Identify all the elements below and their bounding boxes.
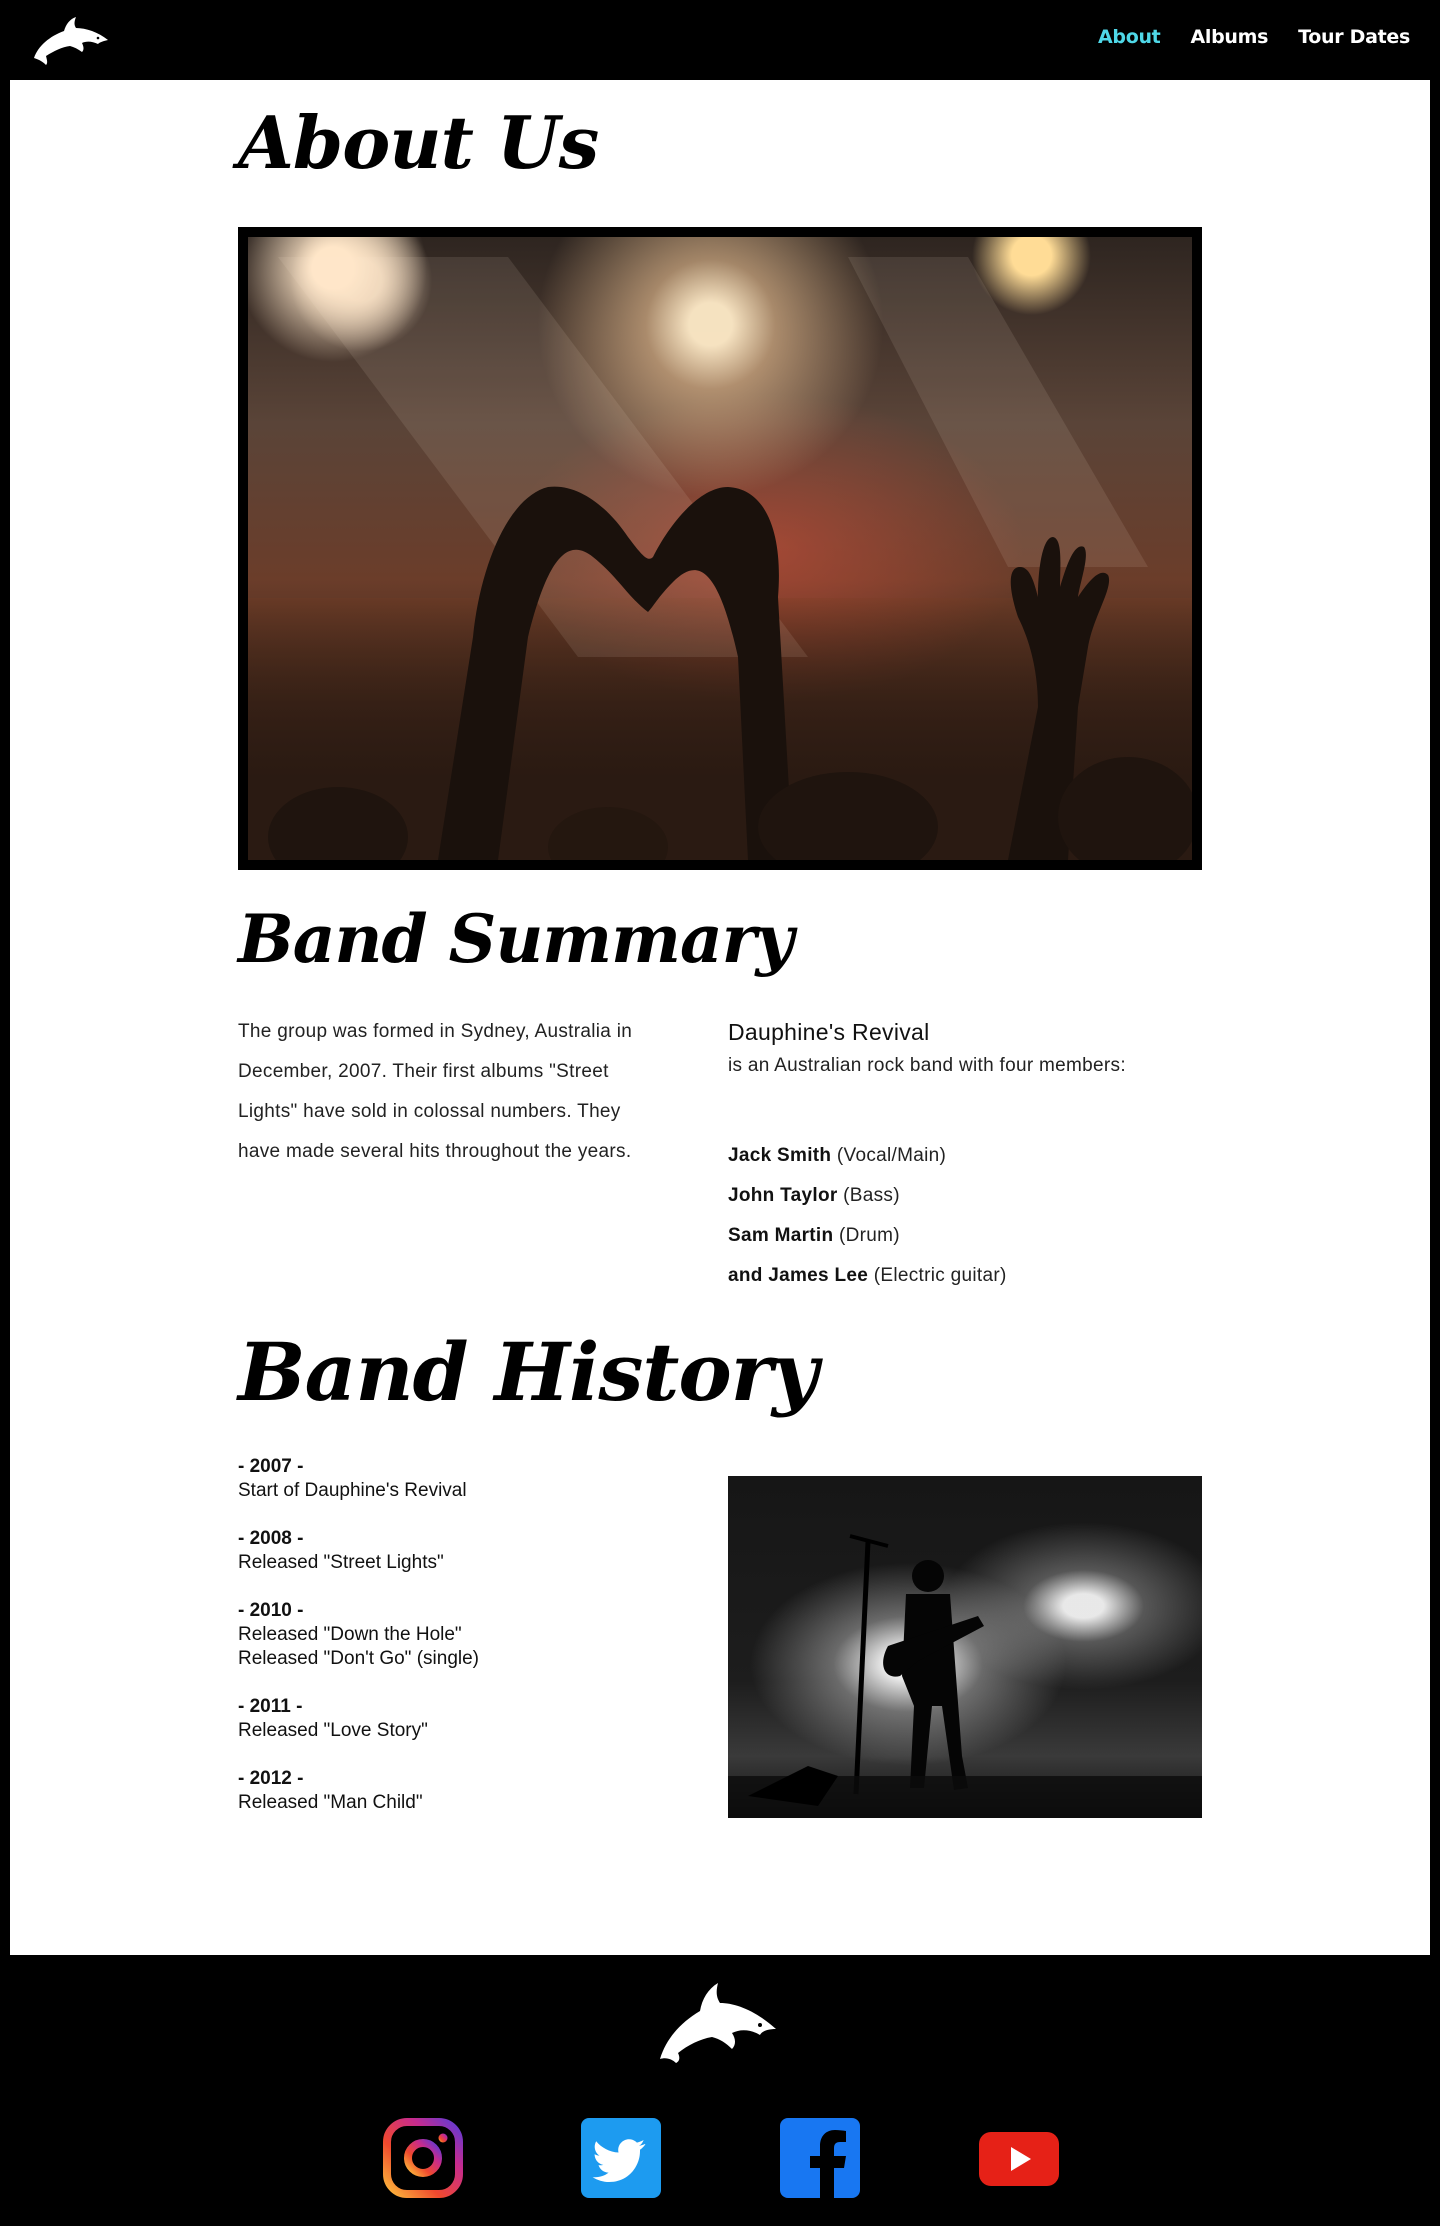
- band-description: is an Australian rock band with four mem…: [728, 1055, 1126, 1076]
- twitter-icon[interactable]: [581, 2118, 661, 2198]
- member-item: Jack Smith (Vocal/Main): [728, 1136, 1202, 1176]
- timeline-event: Released "Man Child": [238, 1792, 423, 1813]
- dolphin-logo-icon[interactable]: [28, 14, 114, 66]
- member-name: John Taylor: [728, 1185, 838, 1206]
- timeline-item: - 2011 - Released "Love Story": [238, 1695, 658, 1743]
- main-nav: About Albums Tour Dates: [1098, 26, 1410, 48]
- member-name: Sam Martin: [728, 1225, 834, 1246]
- main-panel: About Us Band Summary The group was form…: [10, 80, 1430, 1955]
- timeline-event: Released "Love Story": [238, 1720, 428, 1741]
- timeline-event: Released "Street Lights": [238, 1552, 444, 1573]
- instagram-icon[interactable]: [383, 2118, 463, 2198]
- timeline-year: - 2008 -: [238, 1528, 304, 1549]
- timeline-event: Released "Don't Go" (single): [238, 1648, 480, 1669]
- concert-crowd-image: [248, 237, 1192, 860]
- nav-about-link[interactable]: About: [1098, 26, 1161, 48]
- band-history-title: Band History: [238, 1325, 818, 1419]
- guitarist-image: [728, 1476, 1202, 1818]
- timeline-year: - 2007 -: [238, 1456, 304, 1477]
- youtube-icon[interactable]: [979, 2118, 1059, 2198]
- about-title: About Us: [238, 100, 599, 185]
- member-role: (Drum): [833, 1225, 900, 1246]
- member-name: and James Lee: [728, 1265, 869, 1286]
- member-role: (Vocal/Main): [831, 1145, 947, 1166]
- member-item: and James Lee (Electric guitar): [728, 1256, 1202, 1296]
- site-footer: [0, 1955, 1440, 2226]
- history-timeline: - 2007 - Start of Dauphine's Revival - 2…: [238, 1455, 658, 1839]
- nav-albums-link[interactable]: Albums: [1190, 26, 1268, 48]
- member-item: Sam Martin (Drum): [728, 1216, 1202, 1256]
- timeline-year: - 2010 -: [238, 1600, 304, 1621]
- nav-tour-dates-link[interactable]: Tour Dates: [1298, 26, 1410, 48]
- timeline-year: - 2011 -: [238, 1696, 303, 1717]
- timeline-item: - 2008 - Released "Street Lights": [238, 1527, 658, 1575]
- dolphin-footer-logo-icon[interactable]: [656, 1977, 784, 2063]
- site-header: About Albums Tour Dates: [0, 0, 1440, 80]
- timeline-year: - 2012 -: [238, 1768, 304, 1789]
- member-role: (Electric guitar): [868, 1265, 1007, 1286]
- band-members-block: Dauphine's Revival is an Australian rock…: [728, 1012, 1202, 1296]
- member-item: John Taylor (Bass): [728, 1176, 1202, 1216]
- timeline-event: Released "Down the Hole": [238, 1624, 462, 1645]
- timeline-item: - 2010 - Released "Down the Hole" Releas…: [238, 1599, 658, 1671]
- concert-photo-frame: [238, 227, 1202, 870]
- band-name: Dauphine's Revival: [728, 1019, 930, 1045]
- facebook-icon[interactable]: [780, 2118, 860, 2198]
- band-summary-title: Band Summary: [238, 900, 794, 978]
- band-summary-text: The group was formed in Sydney, Australi…: [238, 1021, 633, 1162]
- member-list: Jack Smith (Vocal/Main) John Taylor (Bas…: [728, 1136, 1202, 1296]
- member-role: (Bass): [837, 1185, 900, 1206]
- timeline-item: - 2007 - Start of Dauphine's Revival: [238, 1455, 658, 1503]
- member-name: Jack Smith: [728, 1145, 832, 1166]
- social-links: [383, 2118, 1059, 2200]
- timeline-event: Start of Dauphine's Revival: [238, 1480, 467, 1501]
- timeline-item: - 2012 - Released "Man Child": [238, 1767, 658, 1815]
